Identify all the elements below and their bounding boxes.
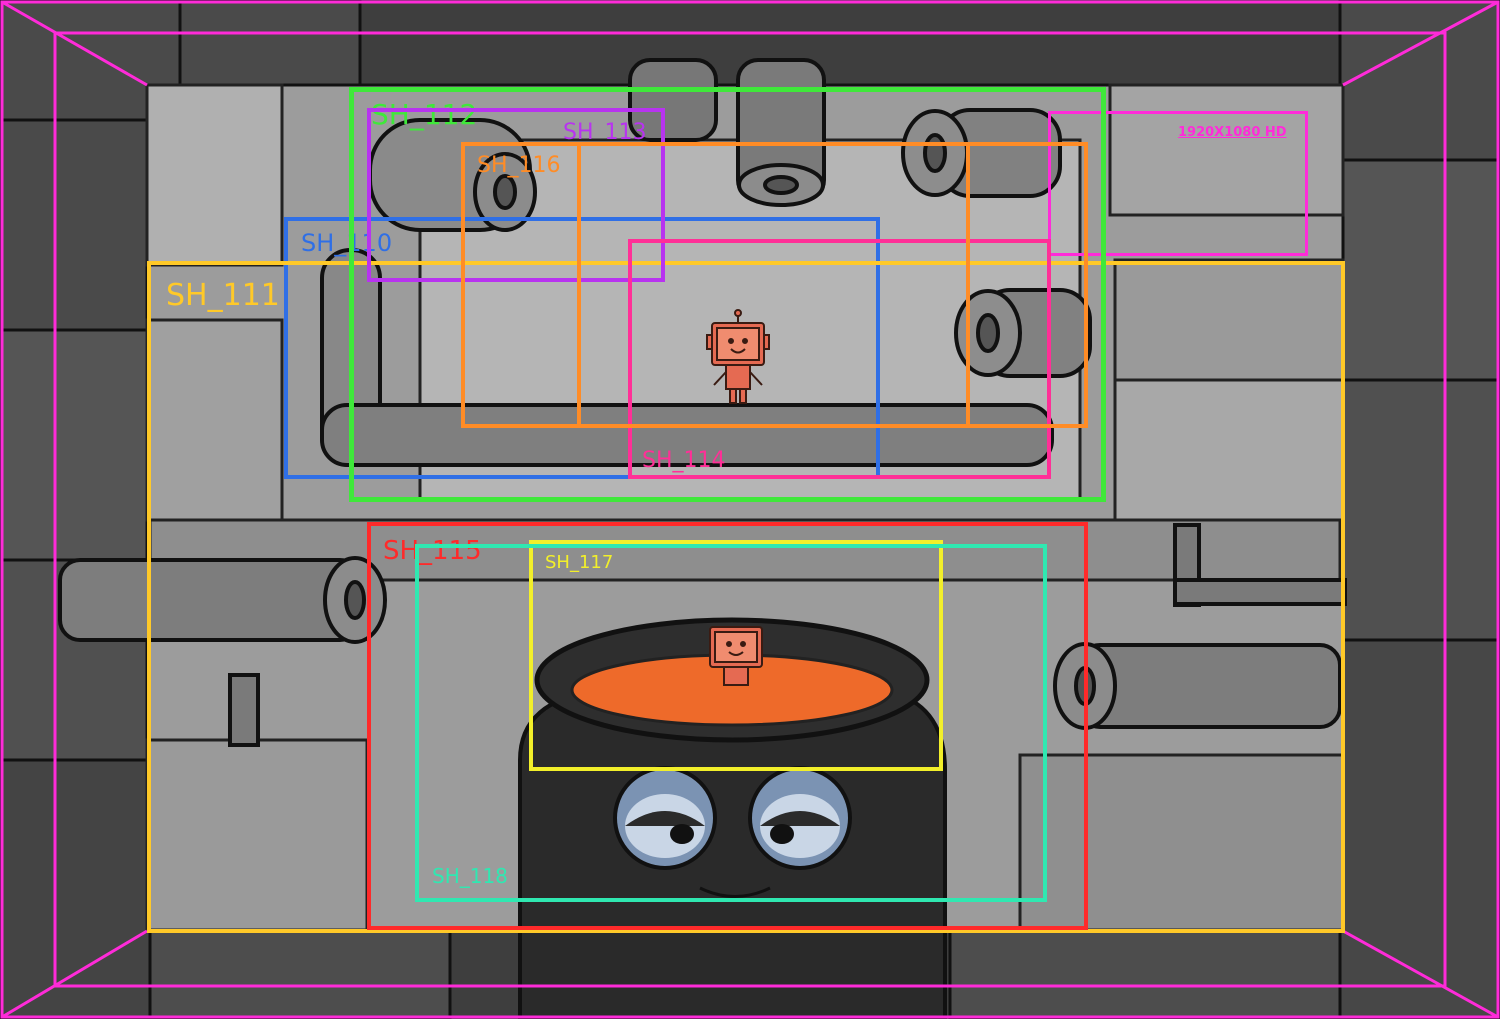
- shot-label-sh-114: SH_114: [642, 448, 726, 473]
- shot-frame-sh-118: SH_118: [415, 544, 1047, 902]
- shot-label-sh-116: SH_116: [477, 153, 561, 178]
- storyboard-stage: 1920X1080 HD SH_110 SH_111 SH_112 SH_113…: [0, 0, 1500, 1019]
- shot-frame-sh-116-divider-right: [966, 142, 970, 428]
- hd-format-label: 1920X1080 HD: [1178, 125, 1287, 140]
- shot-label-sh-113: SH_113: [563, 120, 647, 145]
- shot-frame-sh-116-divider-left: [577, 142, 581, 428]
- shot-label-sh-118: SH_118: [432, 864, 508, 888]
- shot-label-sh-111: SH_111: [166, 278, 280, 313]
- shot-frame-sh-116: SH_116: [461, 142, 1088, 428]
